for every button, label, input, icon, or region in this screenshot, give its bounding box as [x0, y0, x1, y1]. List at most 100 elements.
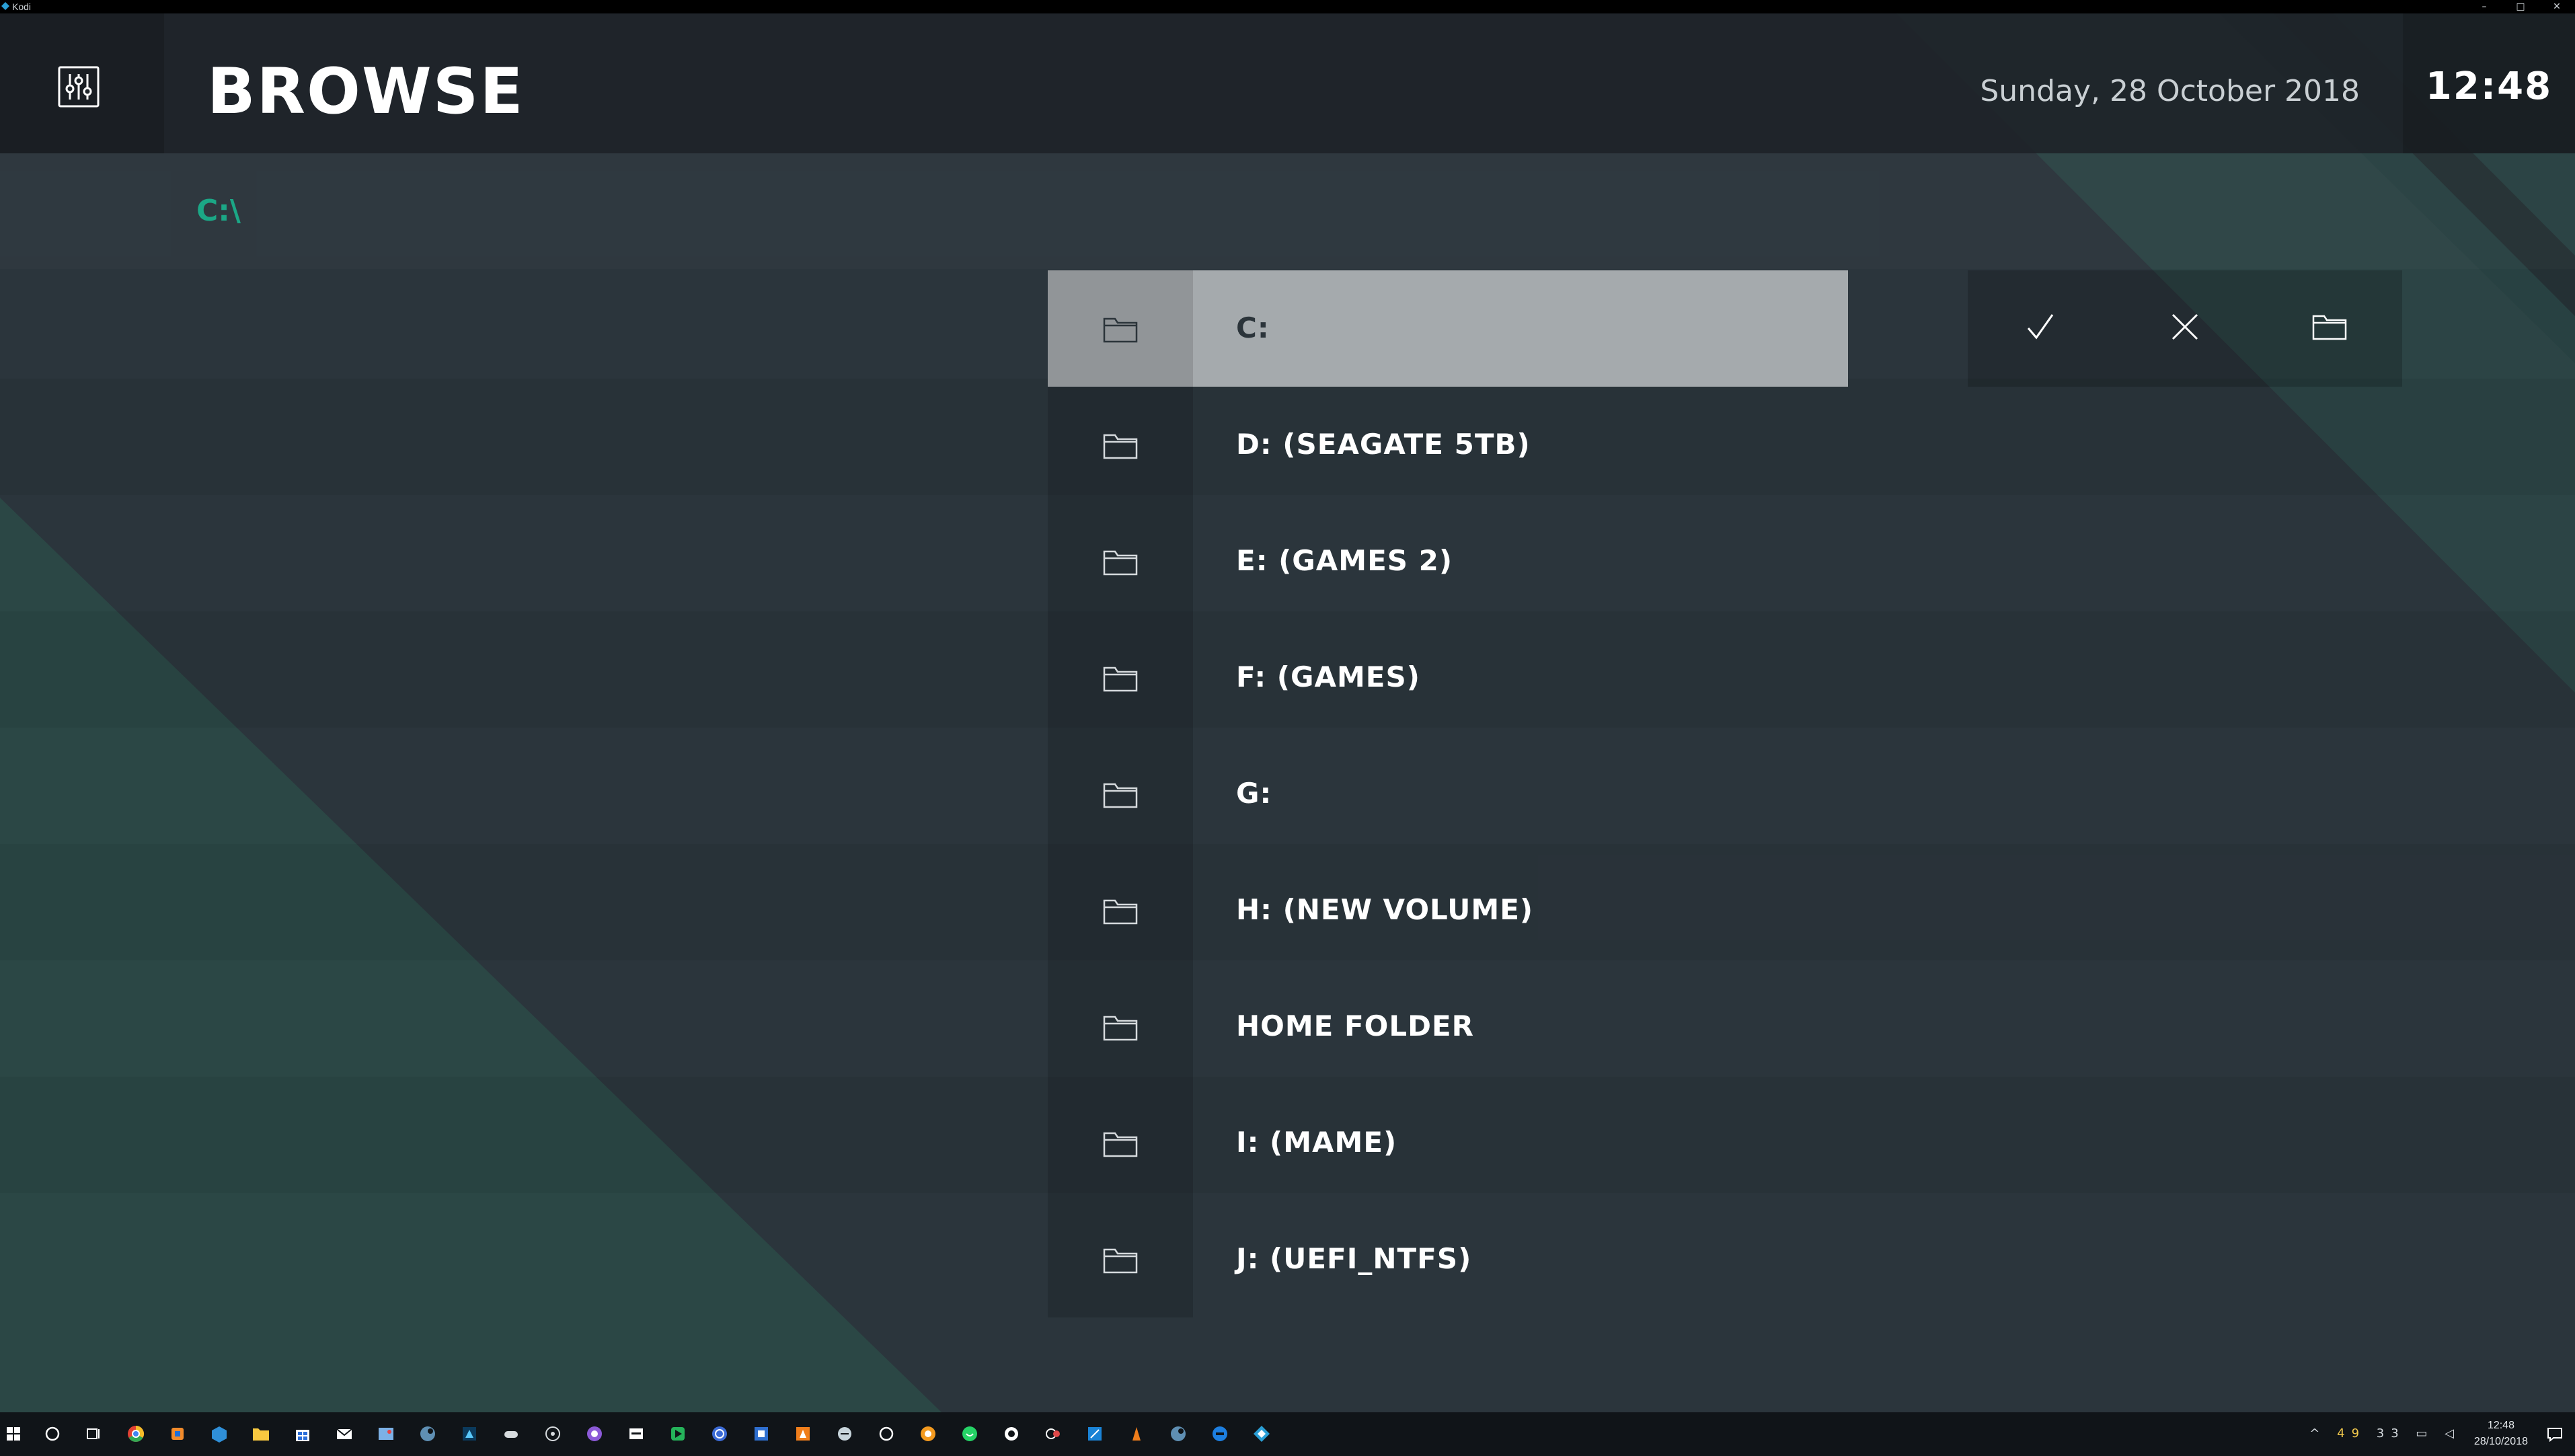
app-icon-6[interactable]: [664, 1420, 691, 1447]
app-icon-11[interactable]: [915, 1420, 941, 1447]
mail-icon[interactable]: [331, 1420, 358, 1447]
list-item-icon-cell: [1048, 736, 1193, 852]
list-item-icon-cell: [1048, 1201, 1193, 1317]
list-item-label: E: (GAMES 2): [1236, 544, 1453, 577]
task-view-icon[interactable]: [79, 1420, 106, 1447]
list-item-c-drive[interactable]: C:: [1048, 270, 1848, 387]
list-item-icon-cell: [1048, 1085, 1193, 1201]
app-icon-10[interactable]: [831, 1420, 858, 1447]
list-item-icon-cell: [1048, 852, 1193, 968]
list-item-f-drive[interactable]: F: (GAMES): [1048, 619, 1848, 736]
search-icon[interactable]: [39, 1420, 66, 1447]
system-tray: ^ 49 33 ▭ ◁: [2309, 1426, 2461, 1442]
settings-button[interactable]: [0, 13, 164, 153]
folder-icon: [1103, 666, 1138, 692]
folder-icon: [1103, 550, 1138, 576]
app-icon-1[interactable]: [164, 1420, 191, 1447]
list-item-i-drive[interactable]: I: (MAME): [1048, 1085, 1848, 1201]
app-icon-8[interactable]: [748, 1420, 775, 1447]
photos-icon[interactable]: [373, 1420, 399, 1447]
list-item-j-drive[interactable]: J: (UEFI_NTFS): [1048, 1201, 1848, 1317]
window-titlebar: Kodi – □ ✕: [0, 0, 2575, 13]
kodi-logo-icon: [1, 2, 9, 10]
box-app-icon[interactable]: [206, 1420, 233, 1447]
list-item-label: F: (GAMES): [1236, 660, 1420, 693]
header-bar: BROWSE Sunday, 28 October 2018 12:48: [0, 13, 2575, 153]
folder-icon: [1103, 317, 1138, 343]
folder-icon: [1103, 1248, 1138, 1274]
list-item-label: D: (SEAGATE 5TB): [1236, 428, 1531, 461]
clock-tile: 12:48: [2403, 13, 2575, 153]
taskbar: ^ 49 33 ▭ ◁ 12:48 28/10/2018: [0, 1412, 2575, 1456]
current-path: C:\: [196, 194, 241, 228]
settings-sliders-icon: [58, 66, 100, 108]
list-item-icon-cell: [1048, 619, 1193, 736]
list-item-g-drive[interactable]: G:: [1048, 736, 1848, 852]
list-item-icon-cell: [1048, 270, 1193, 387]
file-list: C: D: (SEAGATE 5TB) E: (GAMES 2) F: (GAM…: [1048, 270, 1848, 1319]
app-icon-7[interactable]: [706, 1420, 733, 1447]
folder-icon: [1103, 783, 1138, 808]
action-bar: [1968, 270, 2402, 387]
list-item-e-drive[interactable]: E: (GAMES 2): [1048, 503, 1848, 619]
window-title: Kodi: [12, 1, 32, 12]
app-icon-3[interactable]: [539, 1420, 566, 1447]
store-icon[interactable]: [289, 1420, 316, 1447]
list-item-label: HOME FOLDER: [1236, 1009, 1475, 1042]
sync-icon[interactable]: [873, 1420, 900, 1447]
date-display: Sunday, 28 October 2018: [1980, 74, 2360, 108]
list-item-icon-cell: [1048, 968, 1193, 1085]
folder-icon: [1103, 899, 1138, 925]
page-title: BROWSE: [207, 55, 525, 128]
gamepad-icon[interactable]: [498, 1420, 525, 1447]
close-icon: [2172, 313, 2198, 340]
app-icon-4[interactable]: [581, 1420, 608, 1447]
edge-icon[interactable]: [1206, 1420, 1233, 1447]
app-icon-2[interactable]: [456, 1420, 483, 1447]
list-item-label: H: (NEW VOLUME): [1236, 893, 1534, 926]
window-close-button[interactable]: ✕: [2539, 0, 2575, 13]
tray-clock[interactable]: 12:48 28/10/2018: [2474, 1418, 2528, 1450]
window-restore-button[interactable]: □: [2502, 0, 2539, 13]
windows-start-icon[interactable]: [0, 1420, 27, 1447]
new-folder-button[interactable]: [2257, 270, 2401, 387]
folder-icon: [1103, 1016, 1138, 1041]
tray-date: 28/10/2018: [2473, 1436, 2528, 1447]
file-explorer-icon[interactable]: [247, 1420, 274, 1447]
notification-icon[interactable]: [2545, 1424, 2564, 1443]
list-item-label: I: (MAME): [1236, 1126, 1397, 1159]
list-item-icon-cell: [1048, 503, 1193, 619]
window-minimize-button[interactable]: –: [2466, 0, 2502, 13]
temperature-label-2: 33: [2376, 1426, 2406, 1441]
whatsapp-icon[interactable]: [956, 1420, 983, 1447]
temperature-label-1: 49: [2337, 1426, 2367, 1441]
list-item-h-drive[interactable]: H: (NEW VOLUME): [1048, 852, 1848, 968]
network-icon[interactable]: ▭: [2416, 1426, 2434, 1441]
list-item-label: J: (UEFI_NTFS): [1236, 1242, 1472, 1275]
app-icon-15[interactable]: [1123, 1420, 1150, 1447]
list-item-icon-cell: [1048, 387, 1193, 503]
kodi-taskbar-icon[interactable]: [1248, 1420, 1275, 1447]
steam-icon-2[interactable]: [1165, 1420, 1192, 1447]
app-icon-13[interactable]: [1040, 1420, 1067, 1447]
checkmark-icon: [2027, 314, 2054, 340]
app-icon-14[interactable]: [1081, 1420, 1108, 1447]
path-bar: C:\: [0, 153, 2575, 269]
list-item-label: G:: [1236, 777, 1272, 810]
list-item-home-folder[interactable]: HOME FOLDER: [1048, 968, 1848, 1085]
app-icon-9[interactable]: [790, 1420, 816, 1447]
app-icon-5[interactable]: [623, 1420, 650, 1447]
folder-icon: [1103, 1132, 1138, 1157]
chrome-icon[interactable]: [122, 1420, 149, 1447]
cancel-button[interactable]: [2112, 270, 2257, 387]
tray-time: 12:48: [2487, 1420, 2514, 1431]
steam-icon[interactable]: [414, 1420, 441, 1447]
volume-icon[interactable]: ◁: [2445, 1426, 2461, 1441]
clock-display: 12:48: [2425, 65, 2553, 108]
chevron-up-icon[interactable]: ^: [2309, 1426, 2326, 1441]
app-icon-12[interactable]: [998, 1420, 1025, 1447]
ok-button[interactable]: [1968, 270, 2112, 387]
list-item-d-drive[interactable]: D: (SEAGATE 5TB): [1048, 387, 1848, 503]
folder-icon: [1103, 434, 1138, 459]
list-item-label: C:: [1236, 311, 1270, 344]
